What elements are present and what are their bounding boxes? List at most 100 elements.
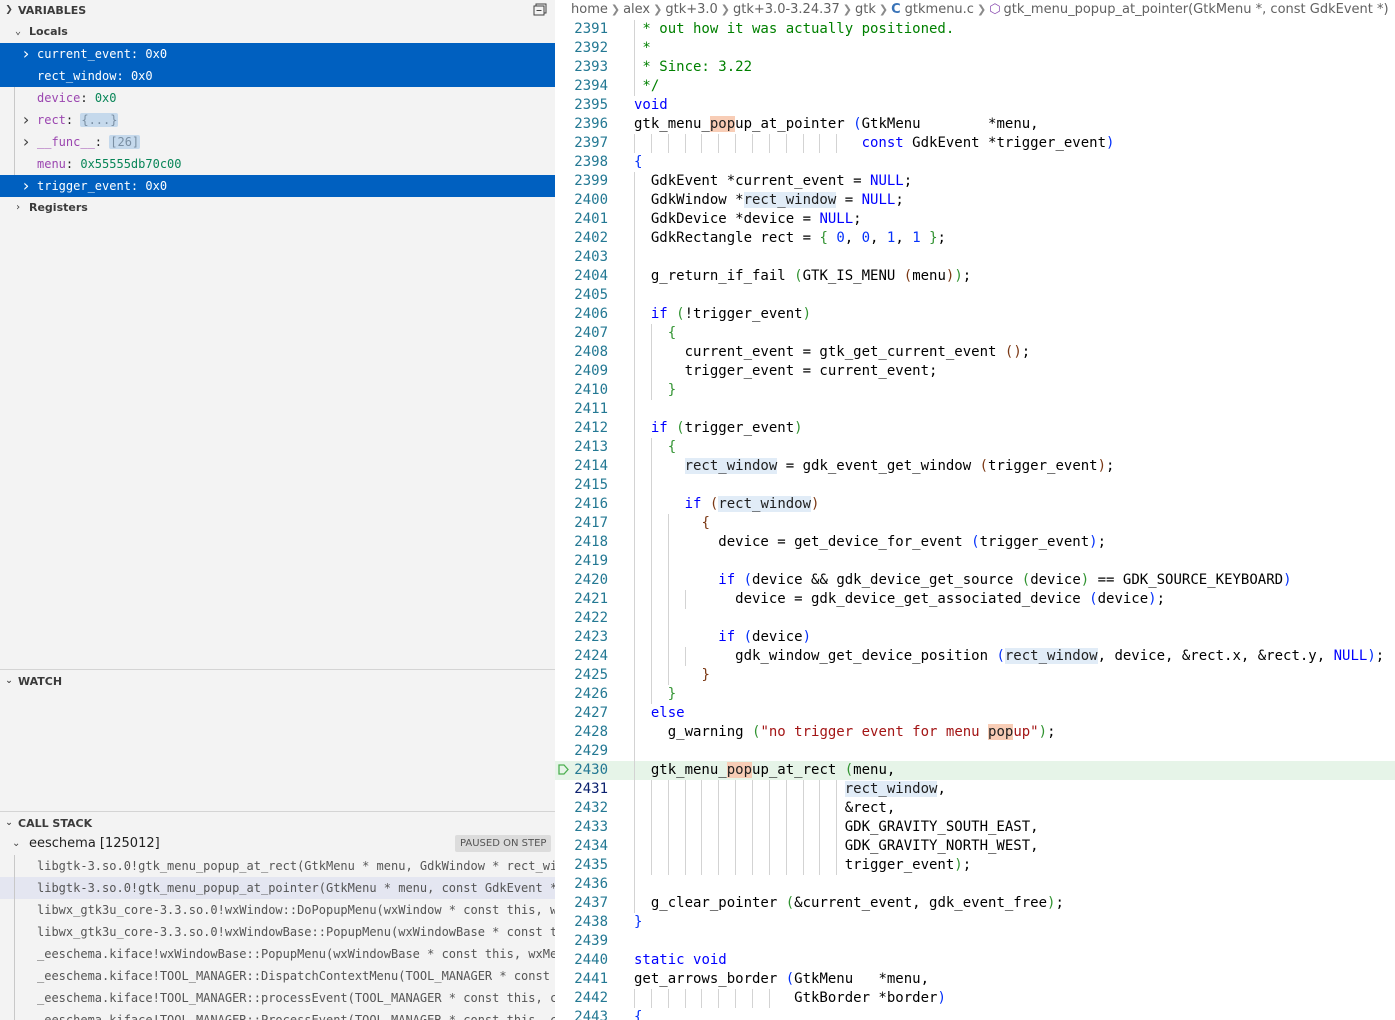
line-number[interactable]: 2419 xyxy=(555,552,608,571)
line-number[interactable]: 2410 xyxy=(555,381,608,400)
line-number[interactable]: 2406 xyxy=(555,305,608,324)
line-number[interactable]: 2399 xyxy=(555,172,608,191)
line-number[interactable]: 2400 xyxy=(555,191,608,210)
line-number[interactable]: 2429 xyxy=(555,742,608,761)
line-number[interactable]: 2394 xyxy=(555,77,608,96)
variable-row-rect-window[interactable]: rect_window: 0x0 xyxy=(0,65,555,87)
debug-sidebar: ❯ VARIABLES ⌄ Locals › current_event: 0x0… xyxy=(0,0,555,1020)
line-number[interactable]: 2435 xyxy=(555,856,608,875)
line-number[interactable]: 2428 xyxy=(555,723,608,742)
call-stack-frame[interactable]: libgtk-3.so.0!gtk_menu_popup_at_rect(Gtk… xyxy=(0,855,555,877)
call-stack-frame[interactable]: _eeschema.kiface!wxWindowBase::PopupMenu… xyxy=(0,943,555,965)
call-stack-frame[interactable]: libwx_gtk3u_core-3.3.so.0!wxWindowBase::… xyxy=(0,921,555,943)
code-line: 2433 GDK_GRAVITY_SOUTH_EAST, xyxy=(555,818,1395,837)
line-number[interactable]: 2407 xyxy=(555,324,608,343)
call-stack-frame[interactable]: _eeschema.kiface!TOOL_MANAGER::DispatchC… xyxy=(0,965,555,987)
line-number[interactable]: 2417 xyxy=(555,514,608,533)
line-number[interactable]: 2408 xyxy=(555,343,608,362)
variables-section-header[interactable]: ❯ VARIABLES xyxy=(0,0,555,20)
code-line: 2400 GdkWindow *rect_window = NULL; xyxy=(555,191,1395,210)
line-number[interactable]: 2398 xyxy=(555,153,608,172)
breadcrumb-item[interactable]: gtk+3.0 xyxy=(665,2,717,17)
variable-row-menu[interactable]: menu: 0x55555db70c00 xyxy=(0,153,555,175)
line-number[interactable]: 2391 xyxy=(555,20,608,39)
code-line: 2406 if (!trigger_event) xyxy=(555,305,1395,324)
line-number[interactable]: 2427 xyxy=(555,704,608,723)
code-text: GDK_GRAVITY_NORTH_WEST, xyxy=(634,838,1039,854)
line-number[interactable]: 2411 xyxy=(555,400,608,419)
breadcrumb-item[interactable]: gtk_menu_popup_at_pointer(GtkMenu *, con… xyxy=(1004,2,1389,17)
chevron-right-icon[interactable]: › xyxy=(20,175,32,197)
line-number[interactable]: 2415 xyxy=(555,476,608,495)
line-number[interactable]: 2405 xyxy=(555,286,608,305)
chevron-down-icon: ❯ xyxy=(5,5,13,15)
call-stack-frame[interactable]: libwx_gtk3u_core-3.3.so.0!wxWindow::DoPo… xyxy=(0,899,555,921)
line-number[interactable]: 2420 xyxy=(555,571,608,590)
chevron-right-icon[interactable]: › xyxy=(20,109,32,131)
line-number[interactable]: 2409 xyxy=(555,362,608,381)
breadcrumb-item[interactable]: alex xyxy=(623,2,650,17)
call-stack-section-header[interactable]: ⌄ CALL STACK xyxy=(0,813,555,833)
line-number[interactable]: 2424 xyxy=(555,647,608,666)
registers-scope[interactable]: › Registers xyxy=(0,197,555,219)
line-number[interactable]: 2438 xyxy=(555,913,608,932)
variable-row-func--[interactable]: › __func__: [26] xyxy=(0,131,555,153)
line-number[interactable]: 2395 xyxy=(555,96,608,115)
line-number[interactable]: 2434 xyxy=(555,837,608,856)
code-line: 2415 xyxy=(555,476,1395,495)
line-number[interactable]: 2404 xyxy=(555,267,608,286)
line-number[interactable]: 2401 xyxy=(555,210,608,229)
indent-guide xyxy=(634,286,635,305)
line-number[interactable]: 2414 xyxy=(555,457,608,476)
locals-scope[interactable]: ⌄ Locals xyxy=(0,21,555,43)
line-number[interactable]: 2413 xyxy=(555,438,608,457)
code-text: device = gdk_device_get_associated_devic… xyxy=(634,591,1166,607)
line-number[interactable]: 2425 xyxy=(555,666,608,685)
line-number[interactable]: 2433 xyxy=(555,818,608,837)
line-number[interactable]: 2392 xyxy=(555,39,608,58)
breadcrumb-item[interactable]: gtk xyxy=(855,2,876,17)
line-number[interactable]: 2441 xyxy=(555,970,608,989)
paused-status-badge: PAUSED ON STEP xyxy=(455,835,552,852)
collapse-all-icon[interactable] xyxy=(532,2,548,18)
line-number[interactable]: 2418 xyxy=(555,533,608,552)
line-number[interactable]: 2412 xyxy=(555,419,608,438)
line-number[interactable]: 2440 xyxy=(555,951,608,970)
call-stack-frame[interactable]: _eeschema.kiface!TOOL_MANAGER::ProcessEv… xyxy=(0,1009,555,1020)
line-number[interactable]: 2436 xyxy=(555,875,608,894)
breadcrumb-item[interactable]: home xyxy=(571,2,608,17)
line-number[interactable]: 2416 xyxy=(555,495,608,514)
line-number[interactable]: 2439 xyxy=(555,932,608,951)
line-number[interactable]: 2422 xyxy=(555,609,608,628)
call-stack-frame[interactable]: libgtk-3.so.0!gtk_menu_popup_at_pointer(… xyxy=(0,877,555,899)
line-number[interactable]: 2443 xyxy=(555,1008,608,1020)
line-number[interactable]: 2442 xyxy=(555,989,608,1008)
line-number[interactable]: 2426 xyxy=(555,685,608,704)
code-line: 2431 rect_window, xyxy=(555,780,1395,799)
chevron-right-icon[interactable]: › xyxy=(20,43,32,65)
code-line: 2413 { xyxy=(555,438,1395,457)
line-number[interactable]: 2393 xyxy=(555,58,608,77)
code-editor[interactable]: home ❯ alex ❯ gtk+3.0 ❯ gtk+3.0-3.24.37 ❯ gtk ❯ Cg… xyxy=(555,0,1395,1020)
code-line: 2439 xyxy=(555,932,1395,951)
variable-row-current-event[interactable]: › current_event: 0x0 xyxy=(0,43,555,65)
line-number[interactable]: 2432 xyxy=(555,799,608,818)
chevron-right-icon[interactable]: › xyxy=(20,131,32,153)
breadcrumb-item[interactable]: gtkmenu.c xyxy=(905,2,974,17)
line-number[interactable]: 2431 xyxy=(555,780,608,799)
breadcrumb-item[interactable]: gtk+3.0-3.24.37 xyxy=(733,2,840,17)
line-number[interactable]: 2403 xyxy=(555,248,608,267)
line-number[interactable]: 2402 xyxy=(555,229,608,248)
line-number[interactable]: 2421 xyxy=(555,590,608,609)
line-number[interactable]: 2423 xyxy=(555,628,608,647)
line-number[interactable]: 2396 xyxy=(555,115,608,134)
code-line: 2412 if (trigger_event) xyxy=(555,419,1395,438)
variable-row-device[interactable]: device: 0x0 xyxy=(0,87,555,109)
line-number[interactable]: 2397 xyxy=(555,134,608,153)
line-number[interactable]: 2437 xyxy=(555,894,608,913)
code-text: if (!trigger_event) xyxy=(650,306,812,322)
call-stack-frame[interactable]: _eeschema.kiface!TOOL_MANAGER::processEv… xyxy=(0,987,555,1009)
watch-section-header[interactable]: ⌄ WATCH xyxy=(0,671,555,691)
variable-row-trigger-event[interactable]: › trigger_event: 0x0 xyxy=(0,175,555,197)
variable-row-rect[interactable]: › rect: {...} xyxy=(0,109,555,131)
